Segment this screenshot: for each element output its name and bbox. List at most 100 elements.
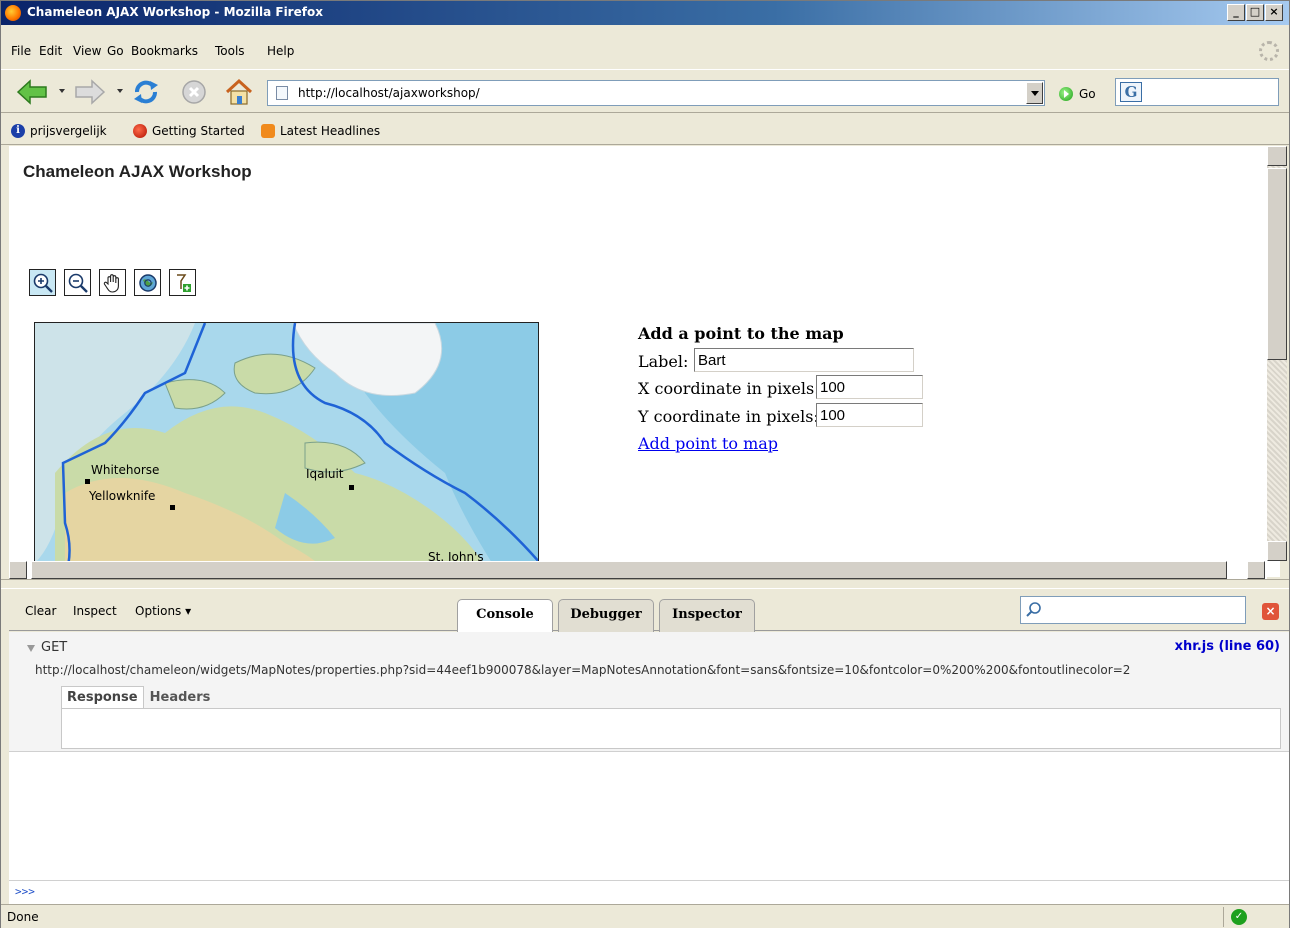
navigation-toolbar: Go G bbox=[1, 69, 1289, 113]
zoom-in-icon bbox=[33, 273, 53, 293]
vertical-scrollbar[interactable] bbox=[1267, 146, 1287, 561]
request-source-link[interactable]: xhr.js (line 60) bbox=[1175, 639, 1280, 654]
request-url: http://localhost/chameleon/widgets/MapNo… bbox=[35, 663, 1131, 677]
go-button[interactable]: Go bbox=[1059, 85, 1096, 103]
url-history-dropdown[interactable] bbox=[1026, 82, 1043, 104]
close-button[interactable]: × bbox=[1265, 4, 1283, 21]
menu-bookmarks[interactable]: Bookmarks bbox=[131, 44, 198, 58]
form-heading: Add a point to the map bbox=[638, 324, 844, 343]
bookmark-prijsvergelijk[interactable]: i prijsvergelijk bbox=[11, 124, 107, 138]
y-coordinate-label: Y coordinate in pixels: bbox=[638, 407, 819, 426]
back-button[interactable] bbox=[15, 78, 49, 106]
home-button[interactable] bbox=[223, 78, 255, 106]
pan-hand-icon bbox=[103, 273, 119, 293]
label-input[interactable] bbox=[694, 348, 914, 372]
firefox-icon bbox=[5, 5, 21, 21]
firebug-close-icon[interactable]: × bbox=[1262, 603, 1279, 620]
bookmark-label: prijsvergelijk bbox=[30, 124, 107, 138]
clear-button[interactable]: Clear bbox=[25, 604, 56, 618]
add-point-tool[interactable] bbox=[169, 269, 196, 296]
add-point-link[interactable]: Add point to map bbox=[638, 434, 778, 453]
horizontal-scroll-thumb[interactable] bbox=[31, 561, 1227, 579]
tab-console[interactable]: Console bbox=[457, 599, 553, 633]
rss-icon bbox=[261, 124, 275, 138]
xhr-request-entry[interactable]: GET xhr.js (line 60) http://localhost/ch… bbox=[9, 632, 1289, 752]
pan-tool[interactable] bbox=[99, 269, 126, 296]
console-panel: GET xhr.js (line 60) http://localhost/ch… bbox=[9, 632, 1289, 880]
page-viewport: Chameleon AJAX Workshop Whitehorse Yello… bbox=[9, 146, 1280, 577]
zoom-extent-tool[interactable] bbox=[134, 269, 161, 296]
menu-tools[interactable]: Tools bbox=[215, 44, 245, 58]
firebug-splitter[interactable] bbox=[1, 579, 1289, 589]
window-title: Chameleon AJAX Workshop - Mozilla Firefo… bbox=[27, 5, 323, 19]
page-title: Chameleon AJAX Workshop bbox=[23, 162, 252, 181]
url-input[interactable] bbox=[298, 84, 1018, 102]
tab-response[interactable]: Response bbox=[61, 686, 144, 710]
status-bar: Done ✓ bbox=[1, 904, 1289, 928]
title-bar: Chameleon AJAX Workshop - Mozilla Firefo… bbox=[1, 1, 1289, 25]
back-arrow-icon bbox=[16, 79, 47, 105]
map-label-yellowknife: Yellowknife bbox=[88, 489, 155, 503]
forward-history-caret-icon[interactable] bbox=[117, 89, 123, 93]
menu-help[interactable]: Help bbox=[267, 44, 294, 58]
map-label-whitehorse: Whitehorse bbox=[91, 463, 159, 477]
response-body bbox=[61, 708, 1281, 749]
command-prompt: >>> bbox=[15, 885, 35, 898]
x-coordinate-input[interactable] bbox=[816, 375, 923, 399]
firebug-toolbar: Clear Inspect Options ▾ Console Debugger… bbox=[9, 591, 1289, 633]
options-button[interactable]: Options ▾ bbox=[135, 604, 191, 618]
scroll-right-arrow-icon[interactable] bbox=[1247, 561, 1265, 579]
label-field-label: Label: bbox=[638, 352, 689, 371]
request-method[interactable]: GET bbox=[26, 640, 67, 655]
firebug-status-ok-icon[interactable]: ✓ bbox=[1231, 909, 1247, 925]
menu-view[interactable]: View bbox=[73, 44, 101, 58]
throbber-icon bbox=[1259, 41, 1279, 61]
tab-inspector[interactable]: Inspector bbox=[659, 599, 755, 632]
page-icon bbox=[276, 86, 288, 100]
tab-debugger[interactable]: Debugger bbox=[558, 599, 654, 632]
bookmark-label: Latest Headlines bbox=[280, 124, 381, 138]
stop-icon bbox=[182, 80, 206, 104]
go-arrow-icon bbox=[1059, 87, 1073, 101]
menu-go[interactable]: Go bbox=[107, 44, 124, 58]
options-label: Options bbox=[135, 604, 182, 618]
bookmark-latest-headlines[interactable]: Latest Headlines bbox=[261, 124, 380, 138]
zoom-out-icon bbox=[68, 273, 88, 293]
tab-headers[interactable]: Headers bbox=[144, 686, 217, 710]
scroll-left-arrow-icon[interactable] bbox=[9, 561, 27, 579]
firefox-red-icon bbox=[133, 124, 147, 138]
firebug-search-input[interactable] bbox=[1020, 596, 1246, 624]
forward-button[interactable] bbox=[73, 78, 107, 106]
bookmarks-toolbar: i prijsvergelijk Getting Started Latest … bbox=[1, 119, 1289, 145]
google-icon[interactable]: G bbox=[1120, 82, 1142, 102]
scroll-down-arrow-icon[interactable] bbox=[1267, 541, 1287, 561]
info-icon: i bbox=[11, 124, 25, 138]
maximize-button[interactable]: □ bbox=[1246, 4, 1264, 21]
minimize-button[interactable]: _ bbox=[1227, 4, 1245, 21]
home-icon bbox=[225, 78, 253, 105]
zoom-in-tool[interactable] bbox=[29, 269, 56, 296]
vertical-scroll-thumb[interactable] bbox=[1267, 168, 1287, 360]
bookmark-getting-started[interactable]: Getting Started bbox=[133, 124, 245, 138]
map-label-iqaluit: Iqaluit bbox=[306, 467, 344, 481]
reload-button[interactable] bbox=[129, 78, 163, 106]
menu-file[interactable]: File bbox=[11, 44, 31, 58]
search-icon bbox=[1026, 602, 1041, 617]
go-label: Go bbox=[1079, 87, 1096, 101]
scroll-up-arrow-icon[interactable] bbox=[1267, 146, 1287, 166]
zoom-extent-icon bbox=[138, 273, 157, 292]
inspect-button[interactable]: Inspect bbox=[73, 604, 117, 618]
command-line[interactable]: >>> bbox=[9, 880, 1289, 904]
menu-bar: File Edit View Go Bookmarks Tools Help bbox=[1, 39, 1289, 63]
horizontal-scrollbar[interactable] bbox=[9, 561, 1267, 579]
menu-edit[interactable]: Edit bbox=[39, 44, 62, 58]
search-box[interactable]: G bbox=[1115, 78, 1279, 106]
address-bar[interactable] bbox=[267, 80, 1045, 106]
zoom-out-tool[interactable] bbox=[64, 269, 91, 296]
bookmark-label: Getting Started bbox=[152, 124, 245, 138]
stop-button[interactable] bbox=[179, 78, 209, 106]
map-view[interactable]: Whitehorse Yellowknife Iqaluit St. John'… bbox=[34, 322, 539, 577]
y-coordinate-input[interactable] bbox=[816, 403, 923, 427]
forward-arrow-icon bbox=[75, 79, 106, 105]
back-history-caret-icon[interactable] bbox=[59, 89, 65, 93]
